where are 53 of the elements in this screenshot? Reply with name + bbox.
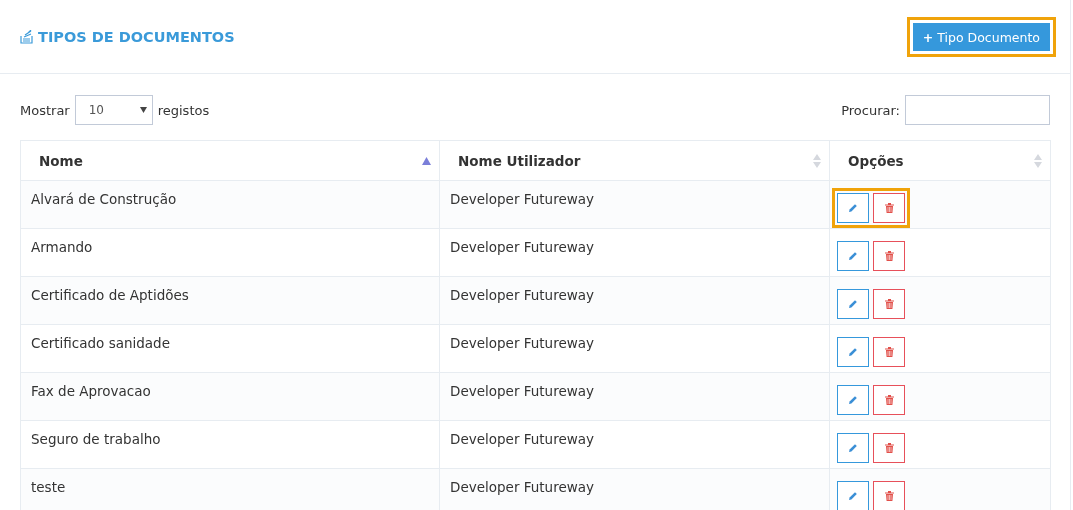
pencil-icon [848,347,858,357]
delete-button[interactable] [873,433,905,463]
edit-button[interactable] [837,193,869,223]
table-cell: teste [20,468,440,510]
table-cell: Developer Futureway [439,468,830,510]
stack-icon [20,29,34,44]
pencil-icon [848,299,858,309]
delete-button[interactable] [873,337,905,367]
pencil-icon [848,395,858,405]
column-header[interactable]: Nome Utilizador [439,140,830,181]
column-header[interactable]: Opções [829,140,1051,181]
table-cell: Developer Futureway [439,420,830,469]
records-label: registos [157,102,210,118]
pencil-icon [848,203,858,213]
trash-icon [884,443,894,453]
table-cell: Certificado de Aptidões [20,276,440,325]
table-cell: Certificado sanidade [20,324,440,373]
delete-button[interactable] [873,241,905,271]
table-cell: Developer Futureway [439,228,830,277]
show-label: Mostrar [20,102,70,118]
edit-button[interactable] [837,385,869,415]
edit-button[interactable] [837,433,869,463]
pencil-icon [848,491,858,501]
search-label: Procurar: [841,102,900,118]
delete-button[interactable] [873,289,905,319]
delete-button[interactable] [873,385,905,415]
page-size-select[interactable]: 10 [74,95,153,125]
edit-button[interactable] [837,481,869,510]
table-cell: Developer Futureway [439,372,830,421]
pencil-icon [848,443,858,453]
table-cell: Fax de Aprovacao [20,372,440,421]
edit-button[interactable] [837,289,869,319]
caret-icon [139,107,147,113]
table-cell: Seguro de trabalho [20,420,440,469]
trash-icon [884,251,894,261]
table-cell: Developer Futureway [439,324,830,373]
table-cell: Armando [20,228,440,277]
edit-button[interactable] [837,337,869,367]
trash-icon [884,491,894,501]
edit-button[interactable] [837,241,869,271]
delete-button[interactable] [873,193,905,223]
trash-icon [884,299,894,309]
trash-icon [884,203,894,213]
search-field[interactable] [905,95,1050,125]
delete-button[interactable] [873,481,905,510]
table-cell: Alvará de Construção [20,180,440,229]
table-cell: Developer Futureway [439,276,830,325]
trash-icon [884,395,894,405]
column-header[interactable]: Nome [20,140,440,181]
table-cell: Developer Futureway [439,180,830,229]
trash-icon [884,347,894,357]
pencil-icon [848,251,858,261]
page-title: TIPOS DE DOCUMENTOS [38,28,235,45]
